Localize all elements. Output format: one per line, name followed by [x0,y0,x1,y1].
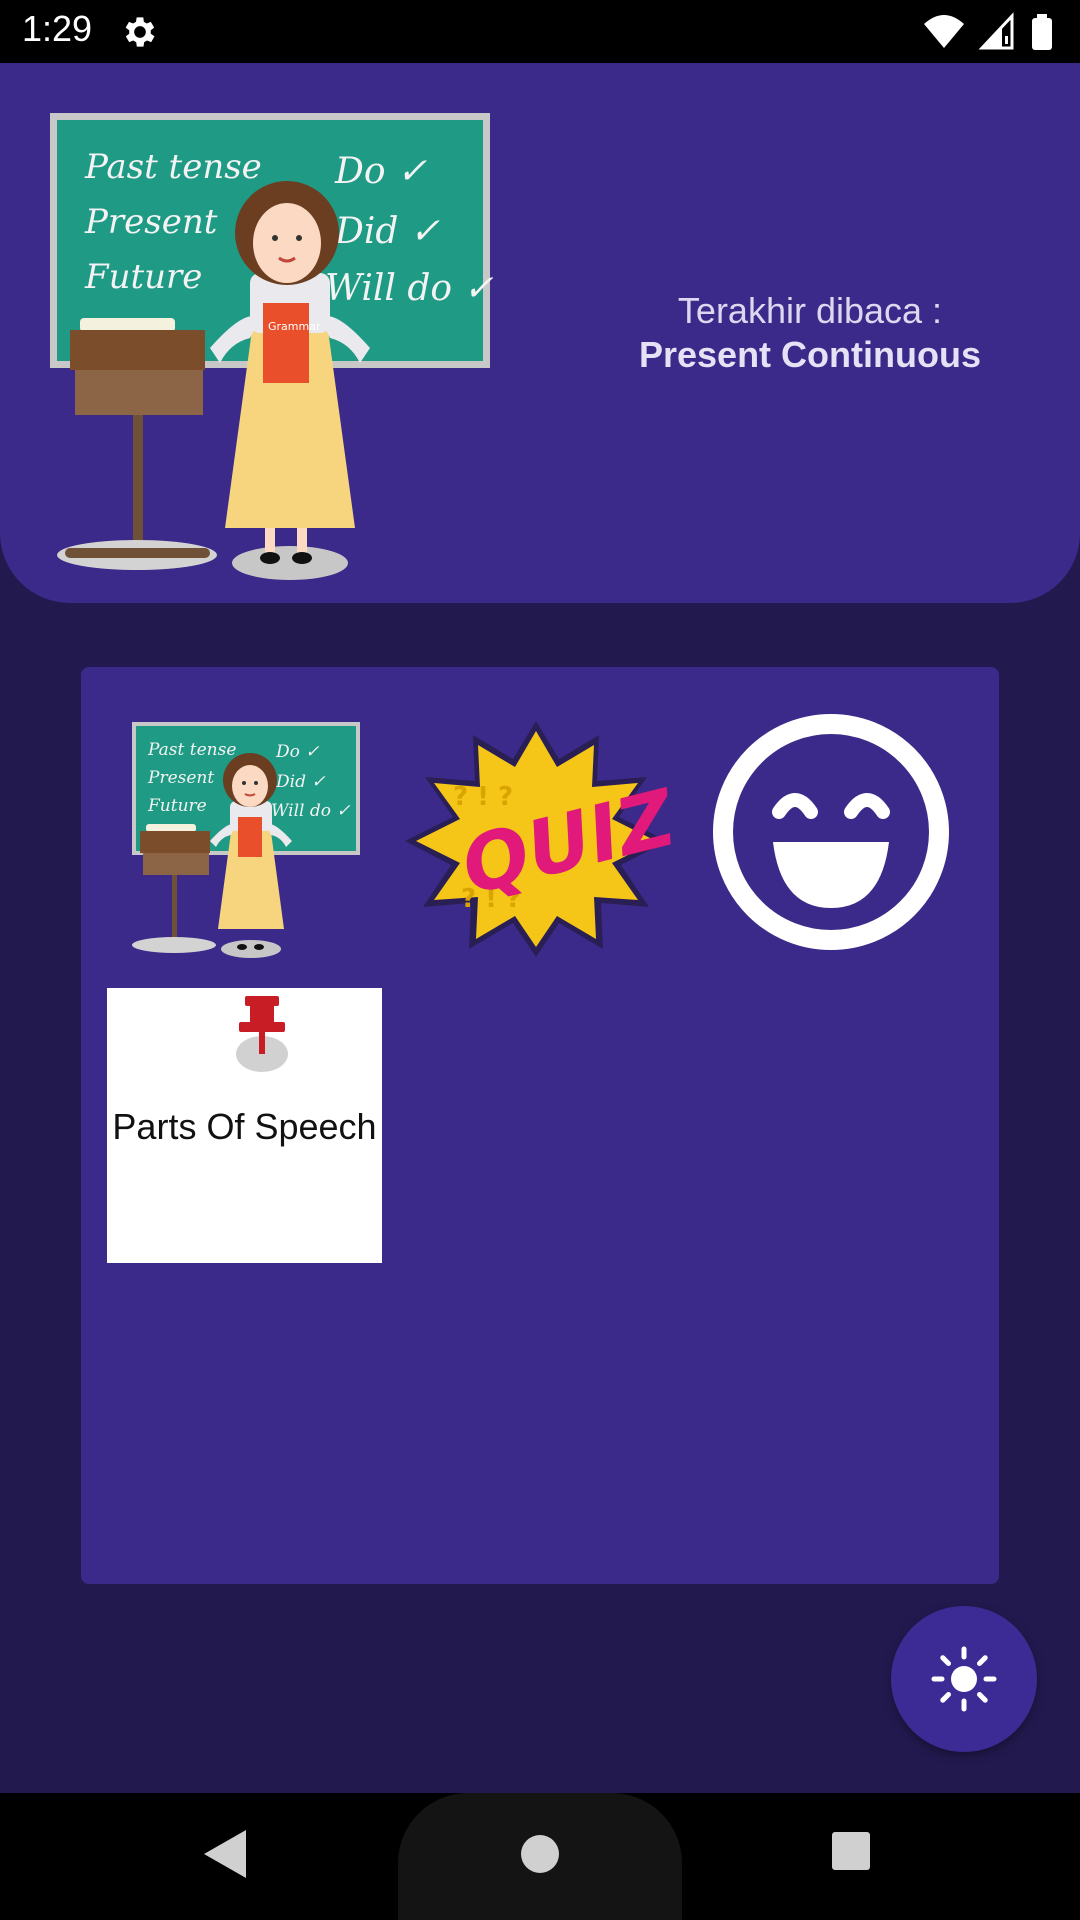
svg-text:Past tense: Past tense [147,740,236,760]
menu-panel: Past tense Present Future Do ✓ Did ✓ Wil… [81,667,999,1584]
svg-text:Present: Present [147,768,214,788]
menu-tile-parts-of-speech[interactable]: Parts Of Speech [107,988,382,1263]
menu-tile-fun[interactable] [711,712,951,952]
status-bar: 1:29 [0,0,1080,63]
svg-text:Do ✓: Do ✓ [334,151,427,192]
parts-of-speech-label: Parts Of Speech [112,1106,377,1147]
navigation-bar [0,1793,1080,1920]
last-read-label: Terakhir dibaca : [677,290,943,331]
svg-text:Do ✓: Do ✓ [275,742,320,762]
svg-text:Future: Future [84,257,202,297]
svg-text:Did ✓: Did ✓ [334,211,440,252]
teacher-illustration-icon: Past tense Present Future Do ✓ Did ✓ Wil… [132,722,360,958]
battery-icon [1032,14,1052,50]
last-read-title[interactable]: Present Continuous [560,333,1060,377]
home-circle-icon[interactable] [517,1831,563,1877]
back-triangle-icon[interactable] [200,1826,250,1882]
svg-text:Will do ✓: Will do ✓ [325,268,494,309]
header-banner: Past tense Present Future Do ✓ Did ✓ Wil… [0,63,1080,603]
svg-text:Grammar: Grammar [268,320,321,333]
svg-text:Past tense: Past tense [84,147,262,187]
laughing-face-icon [713,714,949,950]
svg-text:Present: Present [84,202,218,242]
brightness-icon [931,1646,997,1712]
wifi-icon [924,15,964,48]
signal-icon [978,12,1014,50]
svg-text:Future: Future [147,796,207,816]
theme-toggle-button[interactable] [891,1606,1037,1752]
menu-tile-lessons[interactable]: Past tense Present Future Do ✓ Did ✓ Wil… [126,717,366,967]
pushpin-icon [236,996,288,1072]
svg-text:Did ✓: Did ✓ [275,772,326,792]
svg-text:Will do ✓: Will do ✓ [271,801,351,821]
menu-tile-quiz[interactable]: ? ! ? ? ! ? QUIZ [401,717,685,957]
quiz-badge-icon: ? ! ? ? ! ? QUIZ [405,721,685,957]
settings-gear-icon [125,17,155,47]
recents-square-icon[interactable] [830,1830,872,1872]
svg-text:? ! ?: ? ! ? [453,782,513,812]
teacher-chalkboard-illustration: Past tense Present Future Do ✓ Did ✓ Wil… [50,113,494,580]
status-time: 1:29 [22,8,93,49]
last-read-info[interactable]: Terakhir dibaca : Present Continuous [560,289,1060,377]
status-system-icons [924,12,1052,50]
